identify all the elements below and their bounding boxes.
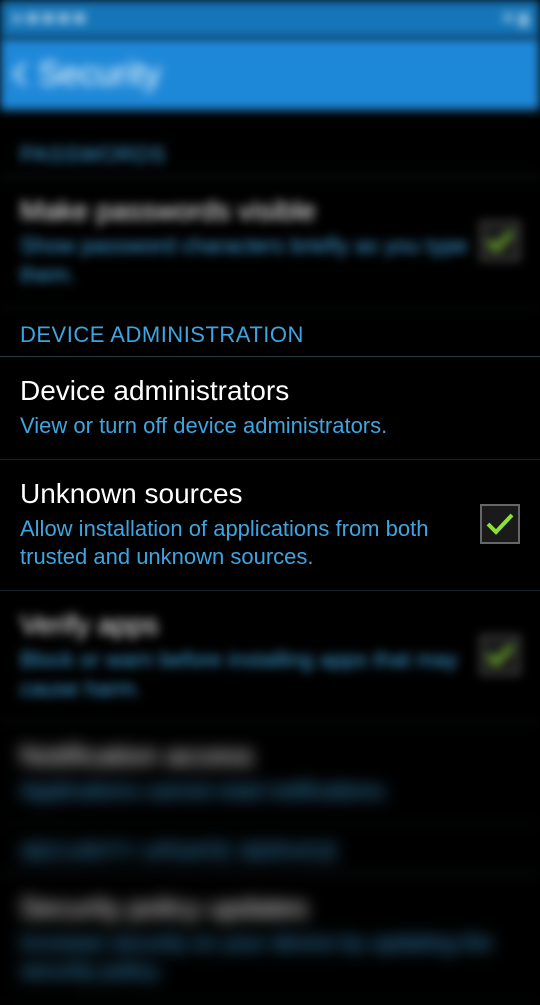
section-security-update: SECURITY UPDATE SERVICE [0, 825, 540, 874]
checkbox-unknown-sources[interactable] [480, 504, 520, 544]
page-title: Security [38, 55, 161, 94]
back-icon [12, 61, 28, 87]
row-subtitle: Show password characters briefly as you … [20, 232, 468, 289]
row-subtitle: Increase security on your device by upda… [20, 929, 508, 986]
section-device-admin: DEVICE ADMINISTRATION [0, 308, 540, 357]
row-security-policy-updates[interactable]: Security policy updates Increase securit… [0, 874, 540, 1005]
row-notification-access[interactable]: Notification access Applications cannot … [0, 722, 540, 825]
header-bar[interactable]: Security [0, 38, 540, 110]
row-unknown-sources[interactable]: Unknown sources Allow installation of ap… [0, 460, 540, 591]
row-subtitle: Applications cannot read notifications. [20, 777, 508, 806]
checkmark-icon [485, 512, 515, 536]
section-passwords: PASSWORDS [0, 128, 540, 177]
row-subtitle: View or turn off device administrators. [20, 412, 508, 441]
row-title: Unknown sources [20, 476, 468, 511]
checkmark-icon [485, 229, 515, 253]
checkbox-verify-apps[interactable] [480, 635, 520, 675]
row-title: Verify apps [20, 607, 468, 642]
spacer [0, 110, 540, 128]
row-title: Make passwords visible [20, 193, 468, 228]
status-bar: ●■■■■ ●▮ [0, 0, 540, 38]
row-subtitle: Allow installation of applications from … [20, 515, 468, 572]
row-make-passwords-visible[interactable]: Make passwords visible Show password cha… [0, 177, 540, 308]
row-device-administrators[interactable]: Device administrators View or turn off d… [0, 357, 540, 460]
checkbox-make-passwords-visible[interactable] [480, 221, 520, 261]
checkmark-icon [485, 643, 515, 667]
row-title: Device administrators [20, 373, 508, 408]
row-title: Notification access [20, 738, 508, 773]
row-subtitle: Block or warn before installing apps tha… [20, 646, 468, 703]
row-verify-apps[interactable]: Verify apps Block or warn before install… [0, 591, 540, 722]
row-title: Security policy updates [20, 890, 508, 925]
